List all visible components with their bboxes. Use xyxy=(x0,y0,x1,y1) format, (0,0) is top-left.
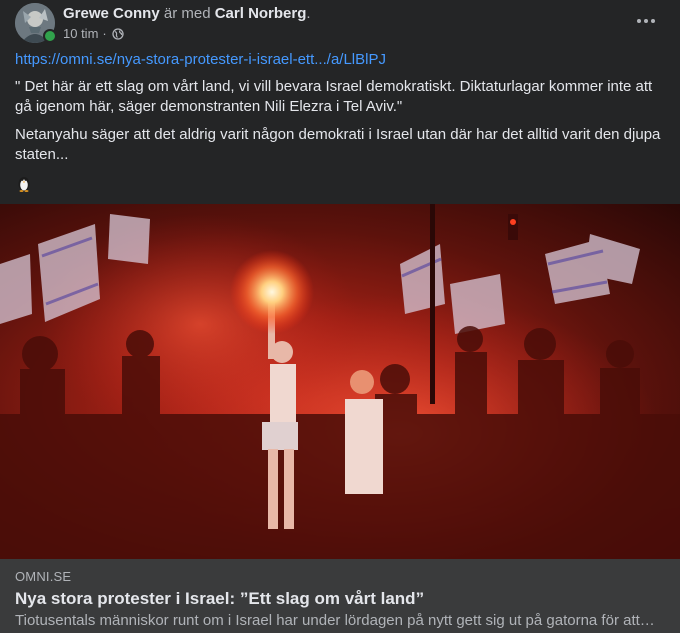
post-header: Grewe Conny är med Carl Norberg. 10 tim … xyxy=(15,3,311,43)
post-time[interactable]: 10 tim xyxy=(63,26,98,42)
post-body: https://omni.se/nya-stora-protester-i-is… xyxy=(15,50,667,165)
tagged-person[interactable]: Carl Norberg xyxy=(215,5,307,22)
preview-description: Tiotusentals människor runt om i Israel … xyxy=(15,612,655,629)
online-status-dot xyxy=(43,29,57,43)
globe-icon[interactable] xyxy=(112,27,124,40)
author-name[interactable]: Grewe Conny xyxy=(63,5,160,22)
facebook-post: Grewe Conny är med Carl Norberg. 10 tim … xyxy=(0,0,680,633)
period: . xyxy=(306,4,311,22)
more-options-button[interactable] xyxy=(634,9,658,33)
author-avatar[interactable] xyxy=(15,3,57,43)
preview-domain: OMNI.SE xyxy=(15,569,72,584)
post-link[interactable]: https://omni.se/nya-stora-protester-i-is… xyxy=(15,51,386,68)
with-connector: är med xyxy=(163,4,211,22)
link-preview[interactable]: OMNI.SE Nya stora protester i Israel: ”E… xyxy=(0,559,680,633)
author-line: Grewe Conny är med Carl Norberg. xyxy=(63,5,311,23)
penguin-emoji-icon xyxy=(18,177,30,192)
post-comment: Netanyahu säger att det aldrig varit någ… xyxy=(15,126,661,163)
post-meta: Grewe Conny är med Carl Norberg. 10 tim … xyxy=(63,5,311,42)
more-options-icon xyxy=(637,19,641,23)
protest-photo-scene xyxy=(0,204,680,559)
timestamp-line: 10 tim · xyxy=(63,26,311,42)
more-dot xyxy=(644,19,648,23)
preview-title[interactable]: Nya stora protester i Israel: ”Ett slag … xyxy=(15,589,424,609)
protest-photo[interactable] xyxy=(0,204,680,559)
more-dot xyxy=(651,19,655,23)
post-quote: " Det här är ett slag om vårt land, vi v… xyxy=(15,78,653,115)
time-separator: · xyxy=(102,25,107,41)
